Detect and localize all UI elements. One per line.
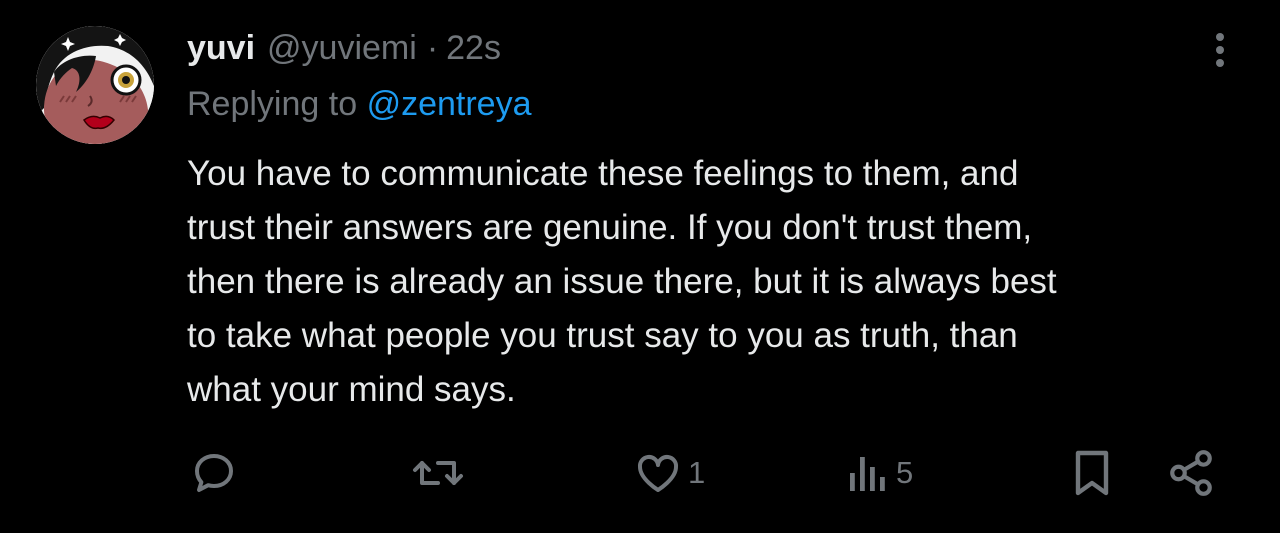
more-vertical-icon [1216, 33, 1224, 67]
tweet-text-line: then there is already an issue there, bu… [187, 262, 1057, 301]
share-button[interactable] [1166, 443, 1216, 503]
retweet-icon [413, 461, 463, 485]
tweet-text-line: trust their answers are genuine. If you … [187, 208, 1033, 247]
views-count: 5 [896, 455, 914, 490]
user-handle[interactable]: @yuviemi [267, 29, 417, 68]
heart-icon [637, 455, 679, 492]
retweet-button[interactable] [412, 443, 464, 503]
reply-button[interactable] [190, 443, 238, 503]
replying-to-line: Replying to @zentreya [187, 85, 531, 124]
tweet-header: yuvi @yuviemi · 22s [187, 26, 501, 70]
avatar[interactable] [36, 26, 154, 144]
tweet-text-line: to take what people you trust say to you… [187, 316, 1018, 355]
tweet[interactable]: yuvi @yuviemi · 22s Replying to @zentrey… [0, 0, 1280, 533]
bookmark-icon [1075, 450, 1109, 496]
tweet-text-line: what your mind says. [187, 370, 516, 409]
display-name[interactable]: yuvi [187, 29, 255, 68]
like-count: 1 [688, 455, 706, 490]
replying-to-mention[interactable]: @zentreya [367, 85, 532, 123]
more-options-button[interactable] [1200, 28, 1240, 72]
views-bars-icon [850, 457, 885, 491]
timestamp[interactable]: 22s [446, 29, 501, 68]
bookmark-button[interactable] [1068, 443, 1116, 503]
replying-to-prefix: Replying to [187, 85, 358, 123]
tweet-text: You have to communicate these feelings t… [187, 147, 1227, 417]
like-button[interactable]: 1 [634, 443, 705, 503]
avatar-image [36, 26, 154, 144]
separator-dot: · [426, 28, 439, 67]
tweet-text-line: You have to communicate these feelings t… [187, 154, 1019, 193]
action-bar: 1 5 [0, 443, 1280, 503]
views-button[interactable]: 5 [846, 443, 913, 503]
share-icon [1170, 450, 1212, 496]
reply-bubble-icon [195, 454, 233, 492]
